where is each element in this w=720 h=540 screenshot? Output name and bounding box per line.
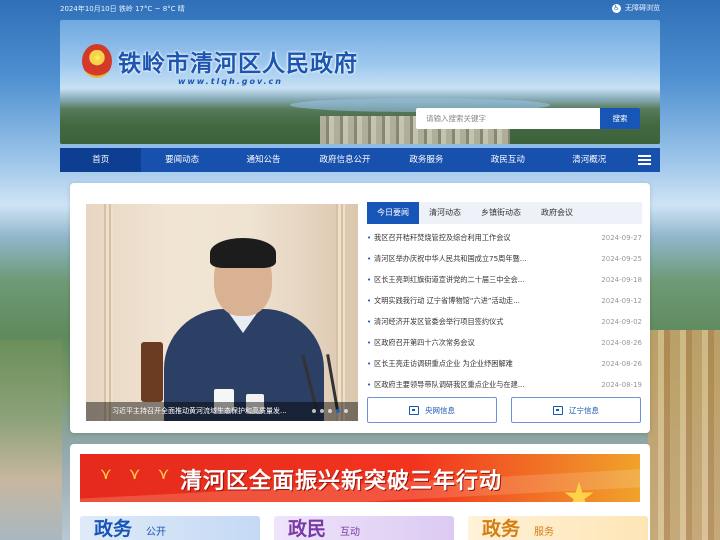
carousel-dot[interactable] [344, 409, 348, 413]
liaoning-info-label: 辽宁信息 [569, 405, 599, 415]
carousel-dot[interactable] [328, 409, 332, 413]
news-tabs: 今日要闻 清河动态 乡镇街动态 政府会议 [367, 202, 642, 224]
news-title[interactable]: 区政府主要领导带队调研我区重点企业与在建... [374, 380, 570, 390]
tab-town-news[interactable]: 乡镇街动态 [471, 202, 531, 224]
nav-item-disclosure[interactable]: 政府信息公开 [304, 148, 385, 172]
card-gov-disclosure[interactable]: 政务 公开 [80, 516, 260, 540]
carousel-dot[interactable] [312, 409, 316, 413]
card-gov-interaction[interactable]: 政民 互动 [274, 516, 454, 540]
search-button[interactable]: 搜索 [600, 108, 640, 129]
promo-title: 清河区全面振兴新突破三年行动 [180, 469, 503, 494]
news-panel: 习近平主持召开全面推动黄河流域生态保护和高质量发... 今日要闻 清河动态 乡镇… [70, 183, 650, 433]
nav-item-interaction[interactable]: 政民互动 [467, 148, 548, 172]
list-item[interactable]: • 区长王亮到红旗街道宣讲党的二十届三中全会... 2024-09-18 [367, 269, 642, 290]
carousel-dot[interactable] [320, 409, 324, 413]
card-subtitle: 公开 [146, 527, 166, 538]
bullet-icon: • [367, 317, 372, 326]
card-title: 政务 [94, 518, 133, 540]
wheelchair-icon: ♿ [612, 3, 621, 13]
list-item[interactable]: • 区长王亮走访调研重点企业 为企业纾困解难 2024-08-26 [367, 353, 642, 374]
monitor-icon [553, 405, 563, 415]
news-title[interactable]: 区长王亮到红旗街道宣讲党的二十届三中全会... [374, 275, 570, 285]
news-title[interactable]: 区政府召开第四十六次常务会议 [374, 338, 570, 348]
news-title[interactable]: 文明实践我行动 辽宁省博物馆“六进”活动走... [374, 296, 570, 306]
bullet-icon: • [367, 296, 372, 305]
list-item[interactable]: • 清河经济开发区管委会举行项目签约仪式 2024-09-02 [367, 311, 642, 332]
nav-item-home[interactable]: 首页 [60, 148, 142, 172]
date-weather: 2024年10月10日 铁岭 17°C ~ 8°C 晴 [60, 5, 185, 13]
photo-curtain [336, 204, 345, 421]
accessibility-link[interactable]: ♿ 无障碍浏览 [612, 3, 660, 13]
card-subtitle: 互动 [340, 527, 360, 538]
bullet-icon: • [367, 359, 372, 368]
tab-qinghe-news[interactable]: 清河动态 [419, 202, 471, 224]
news-date: 2024-08-26 [601, 338, 642, 347]
site-title: 铁岭市清河区人民政府 [118, 50, 358, 77]
news-date: 2024-08-26 [601, 359, 642, 368]
carousel-dots [312, 409, 348, 413]
central-info-button[interactable]: 央网信息 [367, 397, 497, 423]
photo-chair [141, 342, 163, 402]
tab-today-news[interactable]: 今日要闻 [367, 202, 419, 224]
bullet-icon: • [367, 233, 372, 242]
news-date: 2024-09-02 [601, 317, 642, 326]
list-item[interactable]: • 区政府主要领导带队调研我区重点企业与在建... 2024-08-19 [367, 374, 642, 395]
news-date: 2024-08-19 [601, 380, 642, 389]
promo-panel: ⋎ ⋎ ⋎ 清河区全面振兴新突破三年行动 政务 公开 政民 互动 政务 服务 [70, 444, 650, 540]
news-title[interactable]: 我区召开秸秆焚烧管控及综合利用工作会议 [374, 233, 570, 243]
list-item[interactable]: • 文明实践我行动 辽宁省博物馆“六进”活动走... 2024-09-12 [367, 290, 642, 311]
nav-item-notices[interactable]: 通知公告 [223, 148, 304, 172]
main-nav: 首页 要闻动态 通知公告 政府信息公开 政务服务 政民互动 清河概况 [60, 148, 660, 172]
card-title: 政务 [482, 518, 521, 540]
bullet-icon: • [367, 380, 372, 389]
background-scenery-right [648, 330, 720, 540]
news-title[interactable]: 清河经济开发区管委会举行项目签约仪式 [374, 317, 570, 327]
news-title[interactable]: 区长王亮走访调研重点企业 为企业纾困解难 [374, 359, 570, 369]
top-bar: 2024年10月10日 铁岭 17°C ~ 8°C 晴 ♿ 无障碍浏览 [0, 0, 720, 16]
tab-gov-meetings[interactable]: 政府会议 [531, 202, 583, 224]
photo-person-hair [210, 238, 276, 268]
promo-banner[interactable]: ⋎ ⋎ ⋎ 清河区全面振兴新突破三年行动 [80, 454, 640, 502]
news-date: 2024-09-18 [601, 275, 642, 284]
bullet-icon: • [367, 254, 372, 263]
news-title[interactable]: 清河区举办庆祝中华人民共和国成立75周年暨... [374, 254, 570, 264]
photo-curtain [104, 204, 113, 421]
bullet-icon: • [367, 275, 372, 284]
national-emblem-icon: ★ [82, 44, 112, 78]
nav-item-overview[interactable]: 清河概况 [549, 148, 630, 172]
monitor-icon [409, 405, 419, 415]
bullet-icon: • [367, 338, 372, 347]
list-item[interactable]: • 清河区举办庆祝中华人民共和国成立75周年暨... 2024-09-25 [367, 248, 642, 269]
accessibility-label: 无障碍浏览 [625, 4, 660, 12]
central-info-label: 央网信息 [425, 405, 455, 415]
carousel-dot-active[interactable] [336, 409, 340, 413]
card-gov-services[interactable]: 政务 服务 [468, 516, 648, 540]
news-date: 2024-09-27 [601, 233, 642, 242]
news-list: • 我区召开秸秆焚烧管控及综合利用工作会议 2024-09-27 • 清河区举办庆祝中… [367, 227, 642, 395]
list-item[interactable]: • 区政府召开第四十六次常务会议 2024-08-26 [367, 332, 642, 353]
card-subtitle: 服务 [534, 527, 554, 538]
nav-item-services[interactable]: 政务服务 [386, 148, 467, 172]
news-date: 2024-09-25 [601, 254, 642, 263]
list-item[interactable]: • 我区召开秸秆焚烧管控及综合利用工作会议 2024-09-27 [367, 227, 642, 248]
search-input[interactable]: 请输入搜索关键字 [416, 108, 600, 129]
menu-icon[interactable] [630, 148, 660, 172]
news-photo[interactable] [86, 204, 358, 421]
liaoning-info-button[interactable]: 辽宁信息 [511, 397, 641, 423]
background-scenery-left [0, 340, 62, 540]
news-date: 2024-09-12 [601, 296, 642, 305]
site-domain: www.tlqh.gov.cn [178, 77, 283, 86]
nav-item-news[interactable]: 要闻动态 [141, 148, 222, 172]
card-title: 政民 [288, 518, 327, 540]
bird-icon: ⋎ ⋎ ⋎ [100, 464, 176, 483]
